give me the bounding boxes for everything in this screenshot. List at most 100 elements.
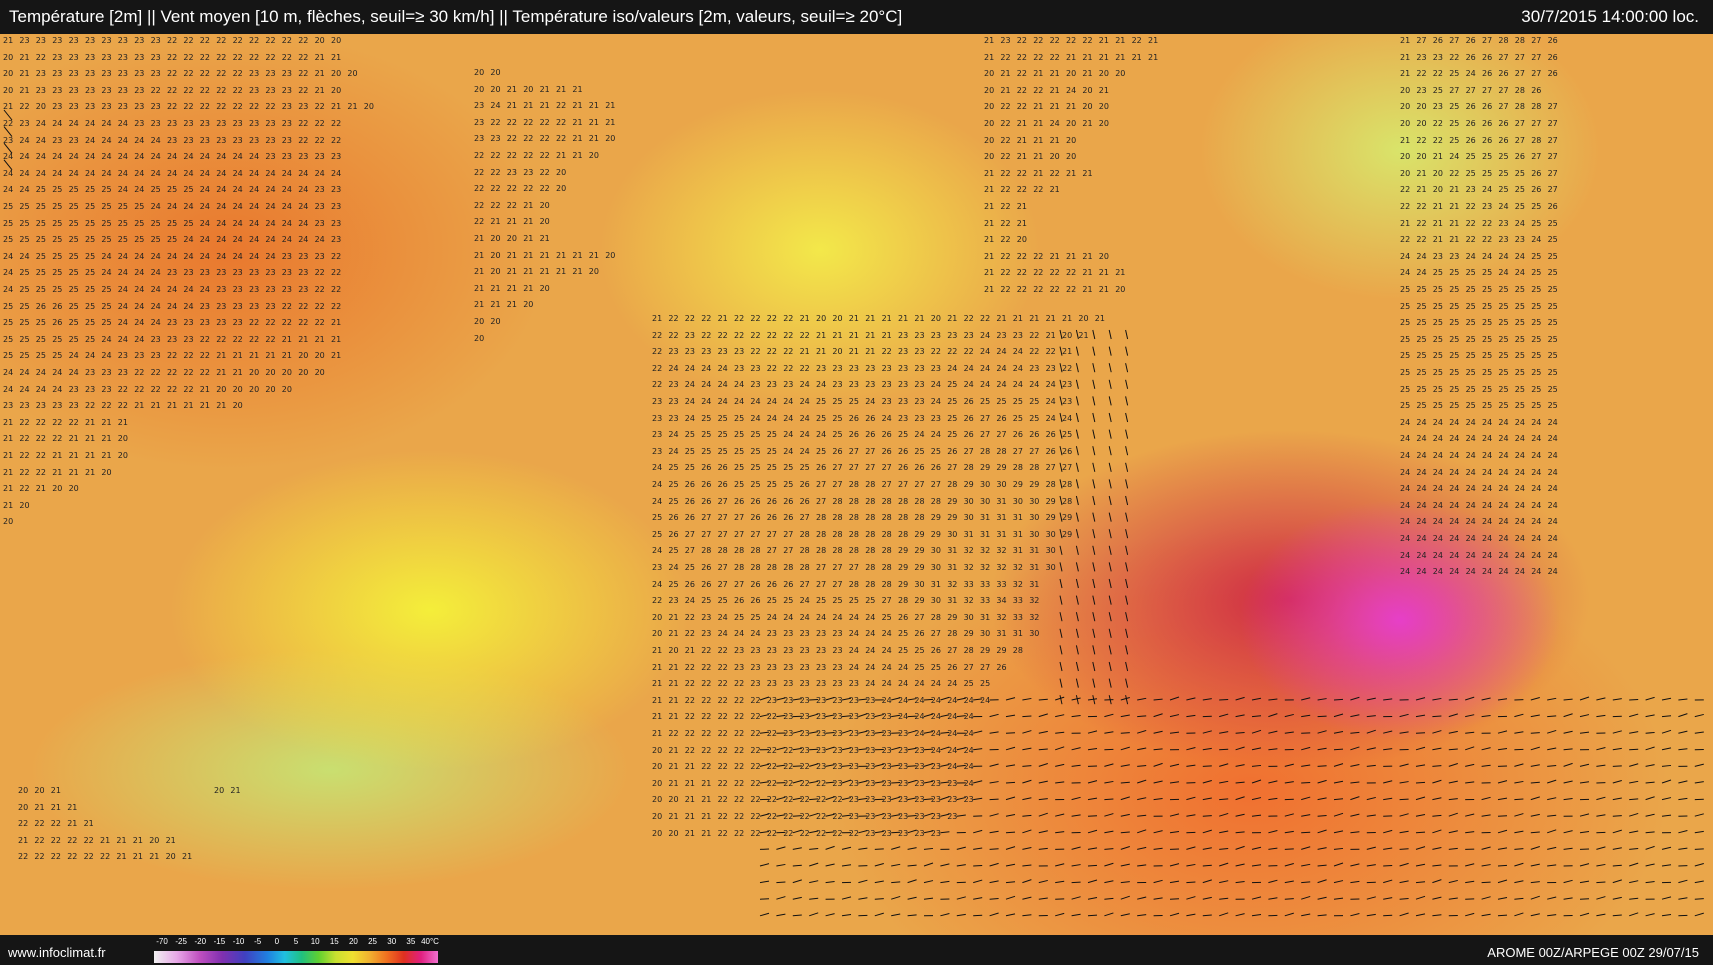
- wind-arrow: [1432, 914, 1442, 917]
- wind-arrow: [792, 896, 802, 900]
- wind-arrow: [858, 730, 868, 734]
- wind-arrow: [1251, 697, 1262, 701]
- wind-arrow: [1661, 747, 1672, 751]
- wind-arrow: [1530, 831, 1540, 834]
- wind-arrow: [940, 714, 950, 718]
- wind-arrow: [1108, 479, 1112, 489]
- wind-arrow: [1104, 713, 1114, 718]
- wind-arrow: [1092, 529, 1096, 539]
- wind-arrow: [1596, 796, 1606, 801]
- wind-arrow: [1579, 763, 1590, 767]
- wind-arrow: [1186, 814, 1196, 817]
- wind-arrow: [1678, 748, 1688, 751]
- wind-arrow: [1055, 714, 1065, 718]
- wind-arrow: [1235, 831, 1245, 834]
- wind-arrow: [1366, 913, 1376, 917]
- wind-arrow: [1415, 814, 1426, 817]
- wind-arrow: [1075, 363, 1079, 373]
- wind-arrow: [1219, 897, 1229, 900]
- wind-arrow: [1125, 578, 1129, 589]
- wind-arrow: [1284, 880, 1294, 884]
- wind-arrow: [923, 847, 934, 850]
- wind-arrow: [1251, 779, 1262, 784]
- wind-arrow: [1268, 897, 1278, 900]
- wind-arrow: [1120, 913, 1130, 917]
- wind-arrow: [973, 797, 983, 801]
- wind-arrow: [759, 813, 770, 817]
- wind-arrow: [858, 879, 868, 884]
- wind-arrow: [923, 862, 934, 867]
- wind-arrow: [1059, 678, 1063, 688]
- wind-arrow: [1547, 797, 1557, 801]
- wind-arrow: [1563, 713, 1573, 718]
- wind-arrow: [1038, 798, 1048, 801]
- wind-arrow: [1497, 747, 1508, 751]
- wind-arrow: [1235, 781, 1245, 784]
- wind-arrow: [1596, 881, 1606, 884]
- wind-arrow: [891, 913, 901, 917]
- wind-arrow: [1678, 780, 1688, 784]
- wind-arrow: [1268, 780, 1278, 784]
- wind-arrow: [1092, 346, 1096, 356]
- wind-arrow: [792, 698, 802, 701]
- wind-arrow: [1108, 462, 1112, 472]
- wind-arrow: [891, 863, 901, 867]
- wind-arrow: [1694, 898, 1704, 900]
- wind-arrow: [1399, 897, 1409, 900]
- wind-arrow: [1268, 713, 1278, 718]
- wind-arrow: [1235, 813, 1245, 817]
- wind-arrow: [1125, 645, 1129, 655]
- wind-arrow: [1333, 713, 1344, 718]
- wind-arrow: [1038, 698, 1048, 701]
- wind-arrow: [1059, 429, 1063, 439]
- wind-arrow: [1108, 562, 1112, 572]
- wind-arrow: [1186, 747, 1196, 751]
- wind-arrow: [809, 713, 819, 718]
- wind-arrow: [792, 779, 802, 784]
- wind-arrow: [1071, 896, 1081, 900]
- wind-arrow: [1125, 346, 1129, 356]
- wind-arrow: [1317, 914, 1327, 917]
- wind-arrow: [1071, 864, 1081, 867]
- legend-tick-label: 35: [406, 937, 416, 946]
- wind-arrow: [940, 746, 950, 751]
- wind-arrow: [1629, 912, 1639, 917]
- wind-arrow: [825, 881, 835, 884]
- wind-arrow: [1547, 765, 1557, 767]
- wind-arrow: [940, 831, 950, 834]
- wind-arrow: [1120, 813, 1130, 817]
- wind-arrow: [1317, 730, 1327, 734]
- wind-arrow: [1186, 863, 1196, 867]
- wind-arrow: [1366, 864, 1376, 867]
- wind-arrow: [1137, 896, 1147, 900]
- wind-arrow: [1481, 814, 1491, 817]
- wind-arrow: [1432, 779, 1442, 784]
- wind-arrow: [1153, 830, 1163, 834]
- wind-arrow: [1071, 697, 1081, 701]
- wind-arrow: [1120, 732, 1130, 734]
- wind-arrow: [1629, 713, 1639, 718]
- wind-arrow: [1153, 798, 1163, 801]
- source-link[interactable]: www.infoclimat.fr: [8, 945, 106, 960]
- wind-arrow: [1137, 864, 1147, 867]
- wind-arrow: [792, 829, 802, 834]
- wind-arrow: [891, 796, 901, 801]
- wind-arrow: [1071, 764, 1081, 767]
- wind-arrow: [1125, 396, 1129, 406]
- wind-arrow: [759, 763, 770, 767]
- wind-arrow: [1645, 813, 1655, 817]
- wind-arrow: [1366, 896, 1376, 900]
- wind-arrow: [1301, 846, 1311, 850]
- wind-arrow: [1333, 812, 1344, 817]
- wind-arrow: [858, 847, 868, 850]
- wind-arrow: [891, 746, 901, 751]
- wind-arrow: [1465, 746, 1475, 751]
- wind-arrow: [1415, 895, 1426, 900]
- wind-arrow: [1022, 715, 1032, 718]
- wind-arrow: [1465, 880, 1475, 884]
- wind-arrow: [1022, 864, 1032, 867]
- wind-arrow: [1563, 748, 1573, 751]
- wind-arrow: [874, 862, 884, 867]
- wind-arrow: [1251, 747, 1262, 751]
- wind-arrow: [809, 812, 819, 817]
